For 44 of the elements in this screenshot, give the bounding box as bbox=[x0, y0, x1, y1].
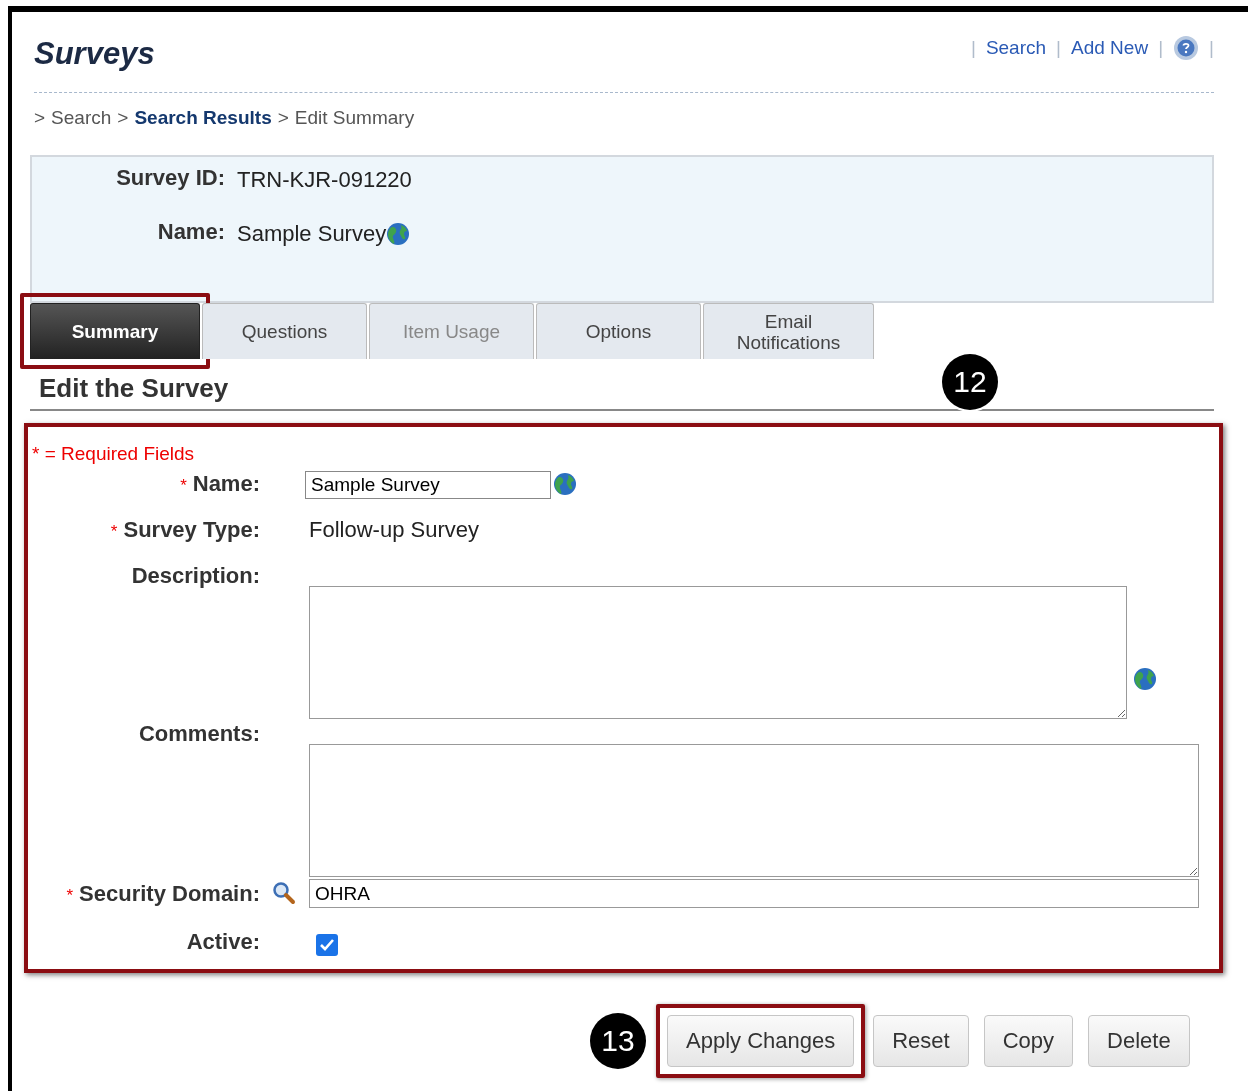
breadcrumb-separator: > bbox=[34, 107, 46, 130]
separator: | bbox=[1158, 37, 1164, 59]
page-title: Surveys bbox=[34, 36, 155, 72]
breadcrumb-item: Search bbox=[51, 107, 112, 130]
help-icon[interactable] bbox=[1173, 35, 1200, 61]
action-button[interactable]: Delete bbox=[1088, 1015, 1190, 1067]
action-button[interactable]: Copy bbox=[983, 1015, 1074, 1067]
field-value: TRN-KJR-091220 bbox=[237, 167, 412, 193]
header-link[interactable]: Add New bbox=[1071, 37, 1149, 59]
search-icon[interactable] bbox=[272, 881, 296, 905]
header-link[interactable]: Search bbox=[985, 37, 1047, 59]
field-label: Security Domain: bbox=[79, 881, 260, 906]
breadcrumb-separator: > bbox=[277, 107, 289, 130]
required-mark: * bbox=[66, 886, 74, 905]
field-value: Follow-up Survey bbox=[309, 516, 479, 544]
breadcrumb-item: Edit Summary bbox=[294, 107, 415, 130]
field-label: Survey Type: bbox=[123, 517, 260, 542]
tab[interactable]: Email Notifications bbox=[703, 303, 874, 359]
separator: | bbox=[1056, 37, 1061, 59]
tab[interactable]: Options bbox=[536, 303, 701, 359]
action-button[interactable]: Apply Changes bbox=[667, 1015, 855, 1067]
tab[interactable]: Questions bbox=[202, 303, 367, 359]
callout-number: 12 bbox=[942, 354, 998, 410]
checkbox[interactable] bbox=[315, 933, 339, 957]
callout-number: 13 bbox=[590, 1013, 646, 1069]
field-value: Sample Survey bbox=[237, 221, 387, 247]
tab[interactable]: Summary bbox=[30, 303, 200, 359]
breadcrumb-link[interactable]: Search Results bbox=[134, 107, 272, 155]
domain-input[interactable]: OHRA bbox=[309, 879, 1199, 908]
field-label: Name: bbox=[192, 471, 260, 496]
breadcrumb-separator: > bbox=[117, 107, 129, 130]
field-label: Active: bbox=[186, 929, 260, 954]
required-note: * = Required Fields bbox=[32, 443, 195, 466]
required-mark: * bbox=[180, 476, 187, 495]
field-label: Name: bbox=[156, 219, 225, 246]
separator: | bbox=[1209, 37, 1214, 59]
action-button[interactable]: Reset bbox=[873, 1015, 969, 1067]
field-label: Description: bbox=[131, 563, 260, 588]
field-label: Comments: bbox=[139, 721, 260, 746]
separator: | bbox=[970, 37, 976, 59]
field-label: Survey ID: bbox=[115, 165, 225, 192]
name-input[interactable]: Sample Survey bbox=[305, 471, 551, 499]
section-heading: Edit the Survey bbox=[39, 372, 229, 404]
required-mark: * bbox=[110, 522, 118, 541]
